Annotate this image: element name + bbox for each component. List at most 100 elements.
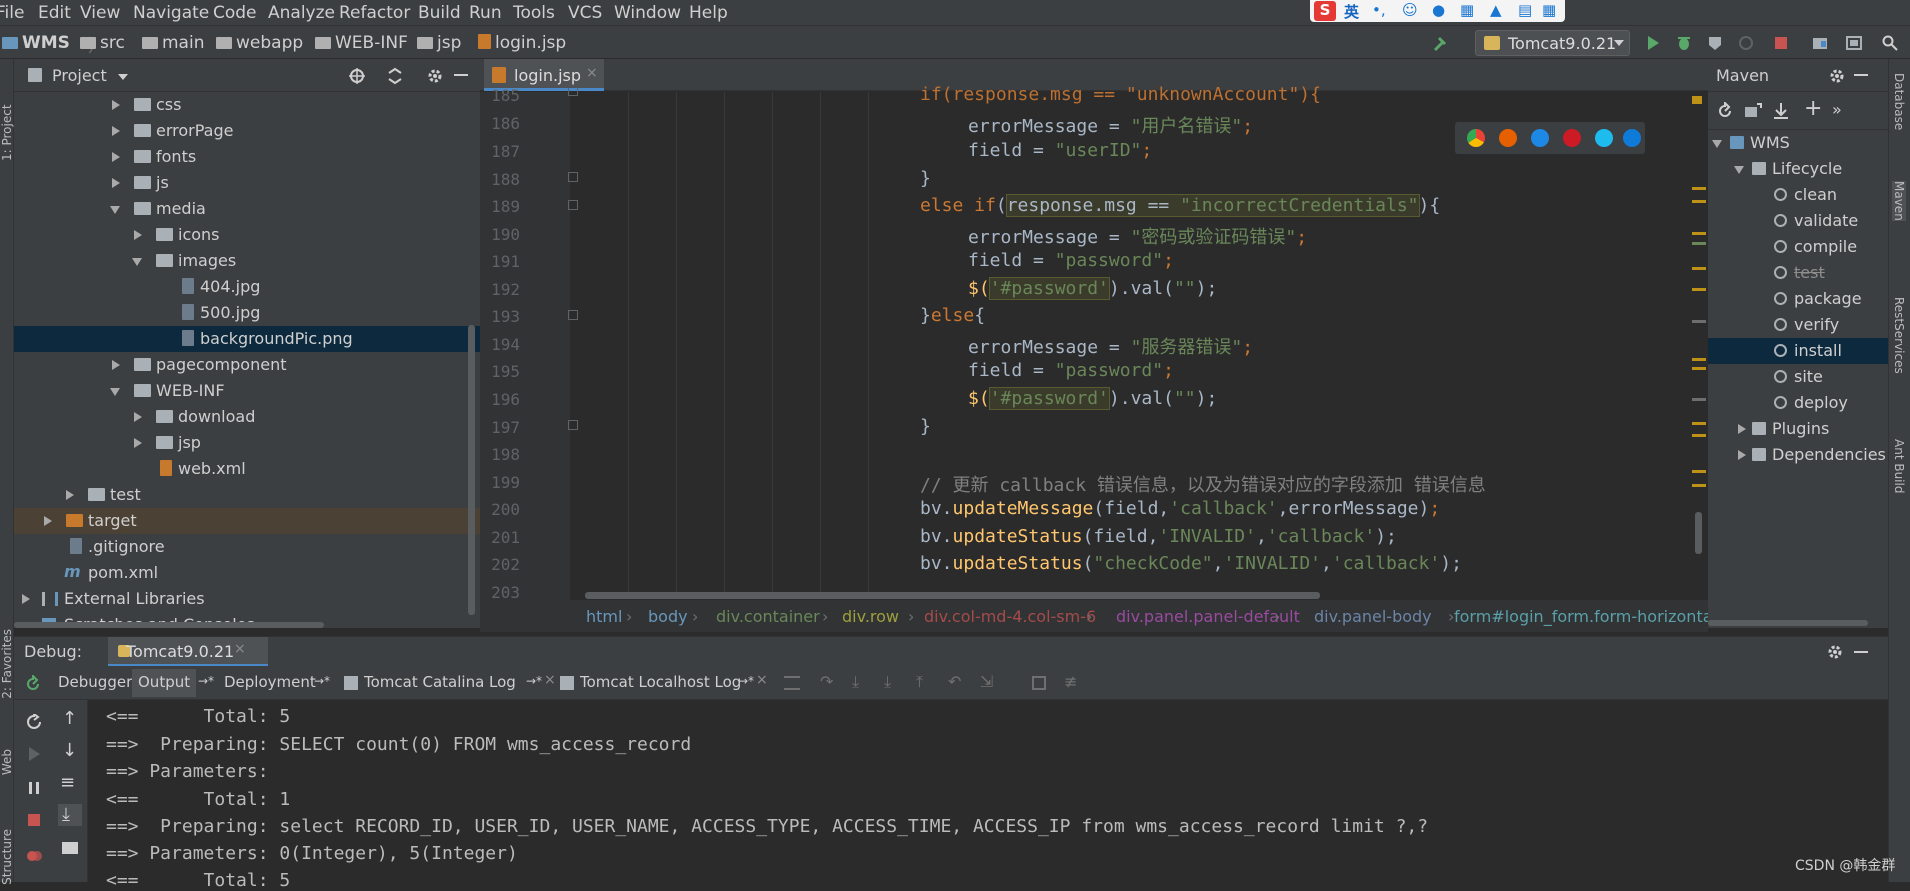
build-hammer-icon[interactable] <box>1432 35 1448 51</box>
crumb-div-col[interactable]: div.col-md-4.col-sm-6 <box>924 607 1096 626</box>
more-icon[interactable]: » <box>1832 100 1842 119</box>
pin-icon[interactable]: →* <box>314 674 330 688</box>
maven-goal-deploy[interactable]: deploy <box>1708 390 1888 416</box>
force-step-into-icon[interactable]: ⤓ <box>884 672 891 692</box>
tree-item-web-xml[interactable]: web.xml <box>14 456 480 482</box>
tree-item-errorpage[interactable]: errorPage <box>14 118 480 144</box>
frames-icon[interactable] <box>784 676 800 690</box>
menu-code[interactable]: Code <box>213 3 257 23</box>
tree-item-target[interactable]: target <box>14 508 480 534</box>
trace-icon[interactable]: ≢ <box>1064 672 1077 691</box>
stripe-web[interactable]: Web <box>0 749 14 775</box>
grid-menu-icon[interactable]: ▦ <box>1542 1 1556 19</box>
layout-icon[interactable] <box>1846 35 1862 51</box>
collapse-all-icon[interactable] <box>386 67 404 85</box>
hide-panel-icon[interactable] <box>454 74 468 76</box>
edge-icon[interactable] <box>1623 129 1641 147</box>
breadcrumb-web-inf[interactable]: WEB-INF <box>315 33 408 53</box>
settings-gear-icon[interactable] <box>1826 643 1844 661</box>
tab-debugger[interactable]: Debugger <box>58 673 132 691</box>
close-icon[interactable]: × <box>234 641 246 657</box>
tree-item-gitignore[interactable]: .gitignore <box>14 534 480 560</box>
warning-icon[interactable] <box>1692 96 1702 104</box>
maven-item-wms[interactable]: WMS <box>1708 130 1888 156</box>
tab-deployment[interactable]: Deployment <box>224 673 316 691</box>
arrow-up-icon[interactable]: ↑ <box>62 708 77 729</box>
maven-goal-install[interactable]: install <box>1708 338 1888 364</box>
tree-item-external-libraries[interactable]: External Libraries <box>14 586 480 612</box>
maven-horizontal-scrollbar[interactable] <box>1708 620 1868 626</box>
project-view-title[interactable]: Project <box>52 66 107 85</box>
skin-icon[interactable]: ▲ <box>1490 1 1502 19</box>
editor-vertical-scrollbar[interactable] <box>1695 512 1702 554</box>
firefox-icon[interactable] <box>1499 129 1517 147</box>
maven-goal-compile[interactable]: compile <box>1708 234 1888 260</box>
pause-icon[interactable] <box>26 780 42 796</box>
internet-explorer-icon[interactable] <box>1595 129 1613 147</box>
emoji-icon[interactable]: ☺ <box>1402 1 1418 19</box>
menu-view[interactable]: View <box>80 3 120 23</box>
hide-panel-icon[interactable] <box>1854 651 1868 653</box>
debug-icon[interactable] <box>1676 35 1692 51</box>
maven-goal-verify[interactable]: verify <box>1708 312 1888 338</box>
safari-icon[interactable] <box>1531 129 1549 147</box>
menu-edit[interactable]: Edit <box>38 3 71 23</box>
coverage-icon[interactable] <box>1707 35 1723 51</box>
menu-vcs[interactable]: VCS <box>568 3 602 23</box>
project-structure-icon[interactable] <box>1812 35 1828 51</box>
breakpoints-icon[interactable] <box>26 848 42 864</box>
breadcrumb-main[interactable]: main <box>142 33 204 53</box>
crumb-html[interactable]: html <box>586 607 622 626</box>
search-everywhere-icon[interactable] <box>1882 35 1898 51</box>
fold-marker-icon[interactable] <box>568 420 578 430</box>
fold-marker-icon[interactable] <box>568 310 578 320</box>
stop-icon[interactable] <box>26 812 42 828</box>
maven-goal-package[interactable]: package <box>1708 286 1888 312</box>
crumb-body[interactable]: body <box>648 607 688 626</box>
settings-gear-icon[interactable] <box>1828 67 1846 85</box>
step-into-icon[interactable]: ⤓ <box>852 672 859 692</box>
resume-icon[interactable] <box>26 714 42 730</box>
stripe-favorites[interactable]: 2: Favorites <box>0 629 14 699</box>
tab-output[interactable]: Output <box>132 669 197 697</box>
maven-item-lifecycle[interactable]: Lifecycle <box>1708 156 1888 182</box>
fold-marker-icon[interactable] <box>568 88 578 96</box>
maven-item-plugins[interactable]: Plugins <box>1708 416 1888 442</box>
error-stripe[interactable] <box>1690 92 1708 600</box>
ime-toolbar[interactable]: S 英 •, ☺ ● ▦ ▲ ▤ ▦ <box>1310 0 1565 22</box>
maven-goal-test[interactable]: test <box>1708 260 1888 286</box>
tree-item-images[interactable]: images <box>14 248 480 274</box>
run-configuration-select[interactable]: Tomcat9.0.21 <box>1475 30 1630 56</box>
crumb-div-panel-body[interactable]: div.panel-body <box>1314 607 1432 626</box>
project-horizontal-scrollbar[interactable] <box>14 622 324 628</box>
maven-goal-site[interactable]: site <box>1708 364 1888 390</box>
menu-file[interactable]: File <box>0 3 24 23</box>
toolbox-icon[interactable]: ▤ <box>1518 1 1532 19</box>
menu-window[interactable]: Window <box>614 3 681 23</box>
tree-item-js[interactable]: js <box>14 170 480 196</box>
tree-item-icons[interactable]: icons <box>14 222 480 248</box>
hide-panel-icon[interactable] <box>1854 74 1868 76</box>
maven-goal-validate[interactable]: validate <box>1708 208 1888 234</box>
maven-goal-clean[interactable]: clean <box>1708 182 1888 208</box>
tree-item-500-jpg[interactable]: 500.jpg <box>14 300 480 326</box>
stripe-structure[interactable]: Structure <box>0 829 14 885</box>
tree-item-pagecomponent[interactable]: pagecomponent <box>14 352 480 378</box>
pin-icon[interactable]: →* <box>738 674 754 688</box>
download-icon[interactable] <box>1772 102 1790 120</box>
stripe-ant-build[interactable]: Ant Build <box>1892 439 1906 493</box>
opera-icon[interactable] <box>1563 129 1581 147</box>
tree-item-pom-xml[interactable]: m pom.xml <box>14 560 480 586</box>
locate-icon[interactable] <box>348 67 366 85</box>
settings-gear-icon[interactable] <box>426 67 444 85</box>
fold-marker-icon[interactable] <box>568 172 578 182</box>
keyboard-icon[interactable]: ▦ <box>1460 1 1474 19</box>
menu-build[interactable]: Build <box>418 3 461 23</box>
tree-item-jsp[interactable]: jsp <box>14 430 480 456</box>
run-icon[interactable] <box>1645 35 1661 51</box>
print-icon[interactable] <box>62 842 78 854</box>
tree-item-media[interactable]: media <box>14 196 480 222</box>
stripe-database[interactable]: Database <box>1892 73 1906 130</box>
close-icon[interactable]: × <box>586 65 598 81</box>
step-over-icon[interactable]: ↷ <box>820 672 833 691</box>
